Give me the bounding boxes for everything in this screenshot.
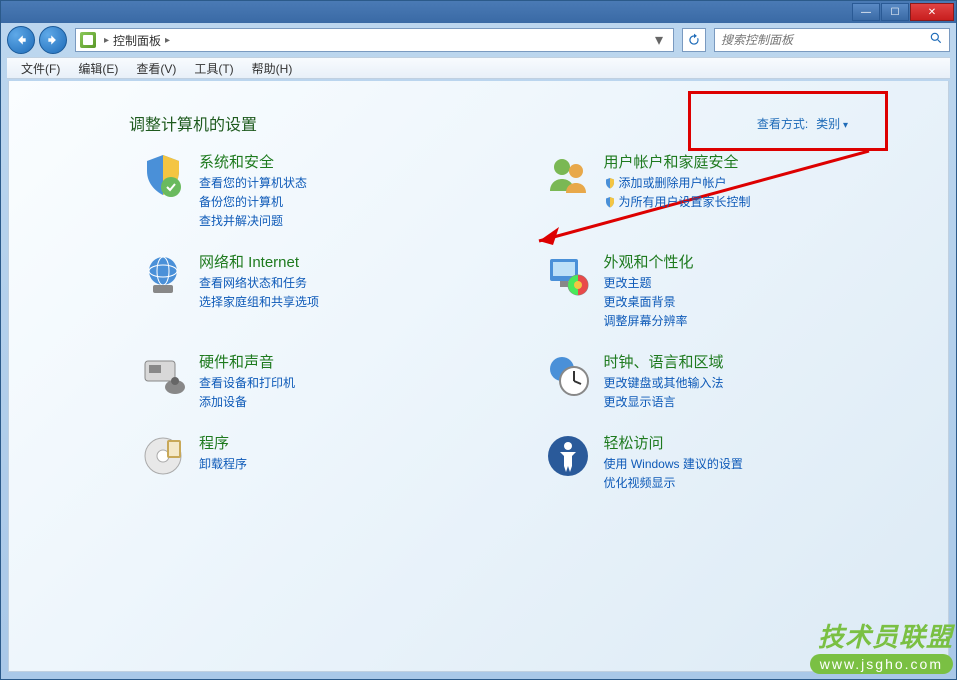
category-link[interactable]: 调整屏幕分辨率: [604, 312, 694, 329]
category-link[interactable]: 优化视频显示: [604, 474, 743, 491]
category-link[interactable]: 查看设备和打印机: [199, 374, 295, 391]
menu-view[interactable]: 查看(V): [128, 58, 184, 79]
category-title[interactable]: 时钟、语言和区域: [604, 351, 724, 372]
forward-button[interactable]: [39, 26, 67, 54]
menu-help[interactable]: 帮助(H): [244, 58, 301, 79]
view-by-value[interactable]: 类别: [816, 115, 848, 132]
category-link[interactable]: 更改桌面背景: [604, 293, 694, 310]
category-body: 时钟、语言和区域 更改键盘或其他输入法 更改显示语言: [604, 351, 724, 410]
category-link[interactable]: 更改主题: [604, 274, 694, 291]
category-title[interactable]: 外观和个性化: [604, 251, 694, 272]
category-appearance: 外观和个性化 更改主题 更改桌面背景 调整屏幕分辨率: [544, 251, 909, 329]
appearance-icon: [544, 251, 592, 299]
ease-icon: [544, 432, 592, 480]
clock-icon: [544, 351, 592, 399]
category-link[interactable]: 查看您的计算机状态: [199, 174, 307, 191]
close-button[interactable]: ✕: [910, 3, 954, 21]
category-body: 硬件和声音 查看设备和打印机 添加设备: [199, 351, 295, 410]
category-title[interactable]: 硬件和声音: [199, 351, 295, 372]
navbar: ▸ 控制面板 ▸ ▾: [1, 23, 956, 57]
category-link[interactable]: 查看网络状态和任务: [199, 274, 319, 291]
category-body: 用户帐户和家庭安全 添加或删除用户帐户 为所有用户设置家长控制: [604, 151, 751, 210]
category-body: 轻松访问 使用 Windows 建议的设置 优化视频显示: [604, 432, 743, 491]
menubar: 文件(F) 编辑(E) 查看(V) 工具(T) 帮助(H): [7, 57, 950, 79]
minimize-icon: —: [861, 7, 871, 18]
category-title[interactable]: 轻松访问: [604, 432, 743, 453]
maximize-icon: ☐: [891, 7, 900, 18]
shield-icon: [604, 196, 616, 208]
category-network: 网络和 Internet 查看网络状态和任务 选择家庭组和共享选项: [139, 251, 504, 329]
content-area: 调整计算机的设置 查看方式: 类别 系统和安全 查看您的计算机状态 备份您的计算…: [8, 81, 949, 672]
shield-icon: [604, 177, 616, 189]
network-icon: [139, 251, 187, 299]
address-bar[interactable]: ▸ 控制面板 ▸ ▾: [75, 28, 674, 52]
arrow-left-icon: [14, 33, 28, 47]
category-user: 用户帐户和家庭安全 添加或删除用户帐户 为所有用户设置家长控制: [544, 151, 909, 229]
category-clock: 时钟、语言和区域 更改键盘或其他输入法 更改显示语言: [544, 351, 909, 410]
address-separator-2: ▸: [165, 35, 170, 46]
category-link[interactable]: 查找并解决问题: [199, 212, 307, 229]
close-icon: ✕: [928, 7, 936, 18]
menu-tools[interactable]: 工具(T): [186, 58, 241, 79]
page-title: 调整计算机的设置: [129, 111, 257, 135]
categories-grid: 系统和安全 查看您的计算机状态 备份您的计算机 查找并解决问题 用户帐户和家庭安…: [139, 151, 908, 491]
hardware-icon: [139, 351, 187, 399]
system-icon: [139, 151, 187, 199]
category-title[interactable]: 程序: [199, 432, 247, 453]
category-programs: 程序 卸载程序: [139, 432, 504, 491]
window-frame: — ☐ ✕ ▸ 控制面板 ▸ ▾ 文件(F) 编辑(E) 查看(V): [0, 0, 957, 680]
link-text: 添加或删除用户帐户: [619, 174, 727, 191]
titlebar: — ☐ ✕: [1, 1, 956, 23]
search-input[interactable]: [721, 33, 929, 47]
user-icon: [544, 151, 592, 199]
category-link[interactable]: 选择家庭组和共享选项: [199, 293, 319, 310]
programs-icon: [139, 432, 187, 480]
category-system: 系统和安全 查看您的计算机状态 备份您的计算机 查找并解决问题: [139, 151, 504, 229]
arrow-right-icon: [46, 33, 60, 47]
category-title[interactable]: 网络和 Internet: [199, 251, 319, 272]
category-body: 网络和 Internet 查看网络状态和任务 选择家庭组和共享选项: [199, 251, 319, 310]
address-text: 控制面板: [113, 32, 161, 49]
search-icon[interactable]: [929, 31, 943, 50]
address-separator-1: ▸: [104, 35, 109, 46]
category-link[interactable]: 为所有用户设置家长控制: [604, 193, 751, 210]
category-link[interactable]: 更改显示语言: [604, 393, 724, 410]
category-body: 程序 卸载程序: [199, 432, 247, 472]
category-link[interactable]: 添加或删除用户帐户: [604, 174, 751, 191]
watermark: 技术员联盟 www.jsgho.com: [810, 617, 953, 674]
minimize-button[interactable]: —: [852, 3, 880, 21]
category-ease: 轻松访问 使用 Windows 建议的设置 优化视频显示: [544, 432, 909, 491]
back-button[interactable]: [7, 26, 35, 54]
menu-file[interactable]: 文件(F): [13, 58, 68, 79]
category-link[interactable]: 更改键盘或其他输入法: [604, 374, 724, 391]
refresh-icon: [687, 33, 701, 47]
link-text: 为所有用户设置家长控制: [619, 193, 751, 210]
category-link[interactable]: 备份您的计算机: [199, 193, 307, 210]
category-title[interactable]: 系统和安全: [199, 151, 307, 172]
category-body: 外观和个性化 更改主题 更改桌面背景 调整屏幕分辨率: [604, 251, 694, 329]
category-title[interactable]: 用户帐户和家庭安全: [604, 151, 751, 172]
watermark-url: www.jsgho.com: [810, 654, 953, 674]
category-link[interactable]: 卸载程序: [199, 455, 247, 472]
address-dropdown[interactable]: ▾: [649, 30, 669, 50]
menu-edit[interactable]: 编辑(E): [70, 58, 126, 79]
category-hardware: 硬件和声音 查看设备和打印机 添加设备: [139, 351, 504, 410]
search-bar: [714, 28, 950, 52]
category-link[interactable]: 添加设备: [199, 393, 295, 410]
category-link[interactable]: 使用 Windows 建议的设置: [604, 455, 743, 472]
maximize-button[interactable]: ☐: [881, 3, 909, 21]
view-by-label: 查看方式:: [757, 115, 808, 132]
watermark-title: 技术员联盟: [810, 617, 953, 654]
category-body: 系统和安全 查看您的计算机状态 备份您的计算机 查找并解决问题: [199, 151, 307, 229]
view-by: 查看方式: 类别: [757, 115, 848, 132]
control-panel-icon: [80, 32, 96, 48]
refresh-button[interactable]: [682, 28, 706, 52]
